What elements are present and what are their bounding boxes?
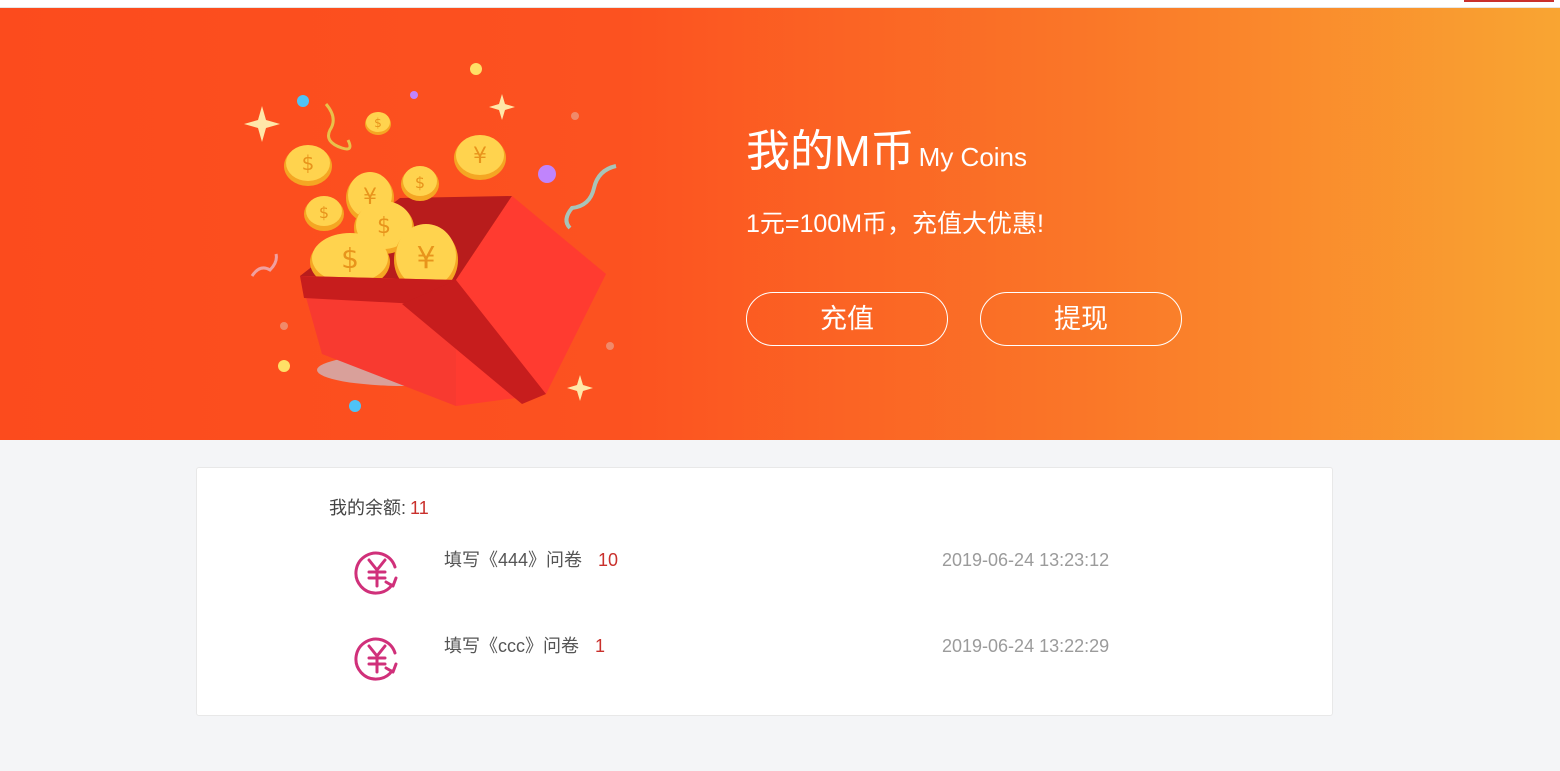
svg-text:¥: ¥ [416,241,435,276]
withdraw-button[interactable]: 提现 [980,292,1182,346]
svg-text:$: $ [302,151,315,175]
yuan-exchange-icon [354,551,398,595]
record-time: 2019-06-24 13:22:29 [942,636,1110,656]
svg-text:$: $ [377,214,391,239]
svg-text:$: $ [415,173,425,192]
coin-records-card: 我的余额: 11 填写《444》问卷 10 2019-06-24 13:23:12 … [196,467,1333,716]
banner-title-en: My Coins [918,142,1028,172]
recharge-button[interactable]: 充值 [746,292,948,346]
balance-value: 11 [410,498,429,518]
record-title: 填写《444》问卷 [444,550,583,570]
banner-title-main: 我的M币 [746,127,915,176]
record-time: 2019-06-24 13:23:12 [942,550,1110,570]
top-strip [0,0,1560,8]
record-amount: 1 [595,636,606,656]
yuan-exchange-icon [354,637,398,681]
record-description: 填写《444》问卷 10 [444,548,618,572]
banner-subtitle: 1元=100M币，充值大优惠! [746,210,1044,238]
record-description: 填写《ccc》问卷 1 [444,634,605,658]
gift-box-coins-icon: $ $ ¥ $ $ ¥ $ $ ¥ [244,63,617,412]
top-accent-line [1464,0,1554,2]
coins-banner: $ $ ¥ $ $ ¥ $ $ ¥ 我的M币 My Coins 1元=100M币， [0,8,1560,440]
balance-label: 我的余额: [329,498,407,518]
svg-text:$: $ [341,242,359,275]
svg-text:$: $ [319,203,329,222]
svg-text:¥: ¥ [473,144,487,169]
banner-title: 我的M币 My Coins [746,122,1027,182]
svg-text:$: $ [374,116,382,130]
list-item: 填写《444》问卷 10 2019-06-24 13:23:12 [197,548,1334,608]
list-item: 填写《ccc》问卷 1 2019-06-24 13:22:29 [197,634,1334,694]
record-amount: 10 [598,550,619,570]
record-title: 填写《ccc》问卷 [444,636,579,656]
balance-line: 我的余额: 11 [329,494,429,520]
